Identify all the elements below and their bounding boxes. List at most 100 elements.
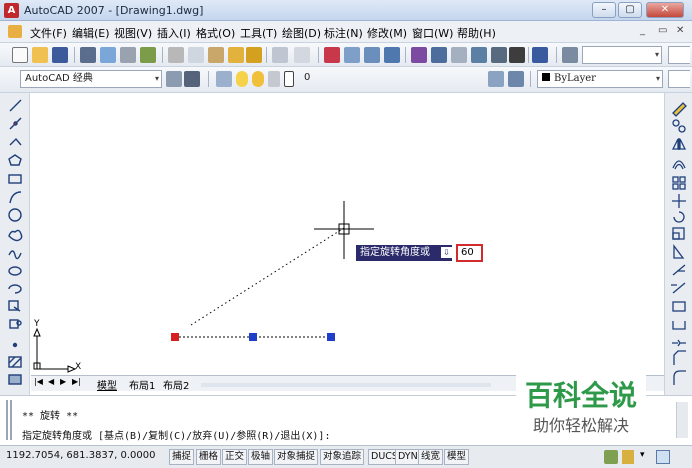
help-icon[interactable] <box>532 47 548 63</box>
linetype-control-select[interactable] <box>668 70 690 88</box>
tab-layout2[interactable]: 布局2 <box>163 377 189 392</box>
menu-format[interactable]: 格式(O) <box>196 25 235 41</box>
horizontal-scrollbar[interactable] <box>201 383 491 387</box>
tab-last-icon[interactable]: ▶| <box>72 377 81 386</box>
lineweight-toggle[interactable]: 线宽 <box>418 449 444 465</box>
tool-palettes-icon[interactable] <box>451 47 467 63</box>
menu-file[interactable]: 文件(F) <box>30 25 67 41</box>
erase-icon[interactable] <box>672 102 687 117</box>
plot-preview-icon[interactable] <box>100 47 116 63</box>
document-icon[interactable] <box>8 25 22 38</box>
model-toggle[interactable]: 模型 <box>444 449 470 465</box>
match-properties-icon[interactable] <box>228 47 244 63</box>
ellipse-arc-icon[interactable] <box>8 284 22 294</box>
tab-first-icon[interactable]: |◀ <box>34 377 43 386</box>
markup-icon[interactable] <box>491 47 507 63</box>
line-icon[interactable] <box>9 99 22 112</box>
make-current-layer-icon[interactable] <box>488 71 504 87</box>
doc-minimize-button[interactable]: _ <box>640 25 645 36</box>
save-icon[interactable] <box>52 47 68 63</box>
command-prompt-line[interactable]: 指定旋转角度或 [基点(B)/复制(C)/放弃(U)/参照(R)/退出(X)]: <box>22 427 330 442</box>
fillet-icon[interactable] <box>673 370 686 385</box>
minimize-button[interactable]: – <box>592 2 616 18</box>
command-scrollbar[interactable] <box>676 402 688 438</box>
trim-icon[interactable] <box>672 264 686 276</box>
layer-select[interactable]: 0 <box>300 70 500 88</box>
undo-icon[interactable] <box>272 47 288 63</box>
array-icon[interactable] <box>672 176 686 190</box>
cut-icon[interactable] <box>168 47 184 63</box>
break-at-point-icon[interactable] <box>672 301 686 312</box>
ortho-toggle[interactable]: 正交 <box>222 449 248 465</box>
workspace-select[interactable]: AutoCAD 经典 ▾ <box>20 70 162 88</box>
menu-modify[interactable]: 修改(M) <box>367 25 407 41</box>
menu-edit[interactable]: 编辑(E) <box>72 25 110 41</box>
redo-icon[interactable] <box>294 47 310 63</box>
polyline-icon[interactable] <box>9 137 22 146</box>
pan-icon[interactable] <box>324 47 340 63</box>
scale-icon[interactable] <box>672 227 685 240</box>
otrack-toggle[interactable]: 对象追踪 <box>320 449 365 465</box>
snap-toggle[interactable]: 捕捉 <box>169 449 195 465</box>
midpoint-grip-blue[interactable] <box>249 333 257 341</box>
polygon-icon[interactable] <box>8 154 22 166</box>
menu-dimension[interactable]: 标注(N) <box>324 25 363 41</box>
extend-icon[interactable] <box>671 282 686 294</box>
zoom-realtime-icon[interactable] <box>344 47 360 63</box>
options-arrow-icon[interactable]: ⇩ <box>441 247 452 258</box>
block-editor-icon[interactable] <box>246 47 262 63</box>
3d-dwf-icon[interactable] <box>140 47 156 63</box>
menu-tools[interactable]: 工具(T) <box>240 25 277 41</box>
my-workspace-icon[interactable] <box>184 71 200 87</box>
text-style-select[interactable]: ▾ <box>582 46 662 64</box>
new-icon[interactable] <box>12 47 28 63</box>
dim-style-select[interactable] <box>668 46 690 64</box>
grid-toggle[interactable]: 栅格 <box>196 449 222 465</box>
spline-icon[interactable] <box>8 250 22 260</box>
make-block-icon[interactable] <box>9 319 22 329</box>
tab-layout1[interactable]: 布局1 <box>129 377 155 392</box>
drawing-canvas[interactable]: Y X <box>31 93 664 375</box>
open-icon[interactable] <box>32 47 48 63</box>
polar-toggle[interactable]: 极轴 <box>248 449 274 465</box>
publish-icon[interactable] <box>120 47 136 63</box>
endpoint-grip-blue[interactable] <box>327 333 335 341</box>
base-grip-red[interactable] <box>171 333 179 341</box>
construction-line-icon[interactable] <box>9 117 22 130</box>
layer-thaw-sun-icon[interactable] <box>252 71 264 87</box>
clean-screen-icon[interactable] <box>656 450 670 464</box>
point-icon[interactable] <box>12 342 18 348</box>
menu-insert[interactable]: 插入(I) <box>157 25 191 41</box>
workspace-settings-icon[interactable] <box>166 71 182 87</box>
close-button[interactable]: ✕ <box>646 2 684 18</box>
hatch-icon[interactable] <box>8 356 22 368</box>
zoom-previous-icon[interactable] <box>384 47 400 63</box>
menu-draw[interactable]: 绘图(D) <box>282 25 321 41</box>
doc-restore-button[interactable]: ▭ <box>658 25 667 36</box>
layer-previous-icon[interactable] <box>508 71 524 87</box>
print-icon[interactable] <box>80 47 96 63</box>
dyn-toggle[interactable]: DYN <box>395 449 421 465</box>
circle-icon[interactable] <box>8 208 22 222</box>
revision-cloud-icon[interactable] <box>8 229 23 242</box>
insert-block-icon[interactable] <box>8 300 21 312</box>
stretch-icon[interactable] <box>673 244 685 259</box>
doc-close-button[interactable]: ✕ <box>676 25 684 36</box>
chamfer-icon[interactable] <box>673 350 686 365</box>
layer-properties-icon[interactable] <box>216 71 232 87</box>
properties-icon[interactable] <box>411 47 427 63</box>
zoom-window-icon[interactable] <box>364 47 380 63</box>
toolbar-lock-icon[interactable] <box>622 450 634 464</box>
copy-icon[interactable] <box>188 47 204 63</box>
menu-help[interactable]: 帮助(H) <box>457 25 496 41</box>
restore-button[interactable]: ▢ <box>618 2 642 18</box>
tab-next-icon[interactable]: ▶ <box>60 377 66 386</box>
command-window-grip[interactable] <box>6 400 12 440</box>
coordinate-readout[interactable]: 1192.7054, 681.3837, 0.0000 <box>6 450 156 461</box>
join-icon[interactable] <box>672 339 686 347</box>
menu-window[interactable]: 窗口(W) <box>412 25 453 41</box>
text-style-icon[interactable] <box>562 47 578 63</box>
gradient-icon[interactable] <box>8 374 22 385</box>
status-menu-arrow-icon[interactable]: ▾ <box>640 450 645 460</box>
paste-icon[interactable] <box>208 47 224 63</box>
